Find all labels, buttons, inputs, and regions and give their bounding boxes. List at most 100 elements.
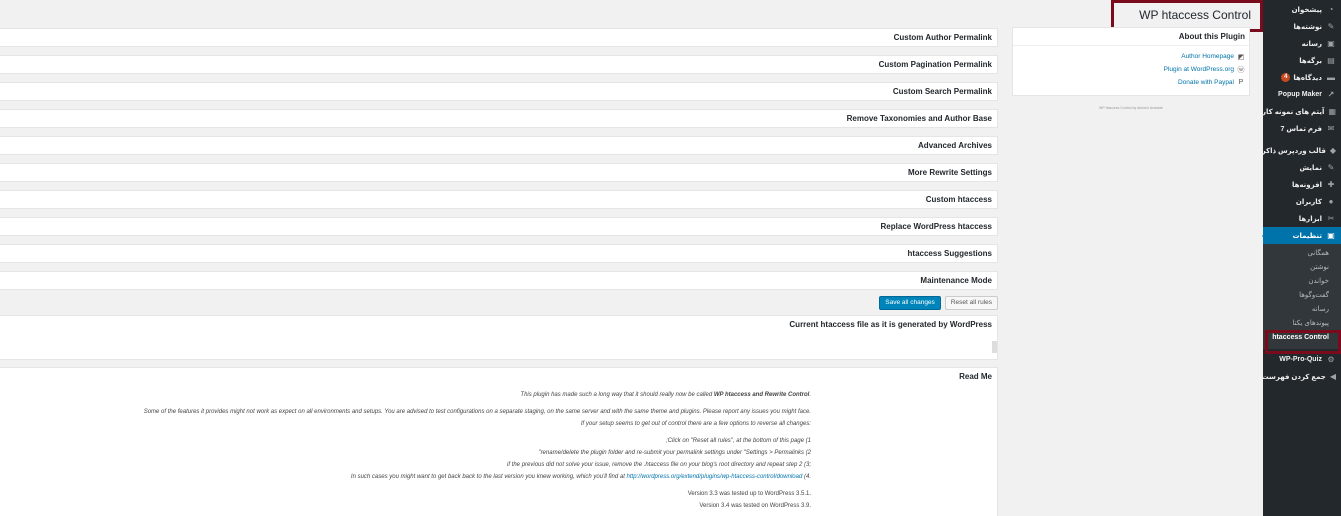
section-header[interactable]: Maintenance Mode xyxy=(0,272,997,289)
reset-all-button[interactable]: Reset all rules xyxy=(944,295,998,310)
media-icon: ▣ xyxy=(1327,39,1335,48)
sidebar-item-label: WP-Pro-Quiz xyxy=(1279,356,1322,363)
submenu-item[interactable]: نوشتن xyxy=(1263,261,1341,275)
readme-plugin-name: WP htaccess and Rewrite Control xyxy=(713,392,810,398)
sidebar-item[interactable]: ✚ افزونه‌ها xyxy=(1263,176,1341,193)
readme-step-3: ;if the previous did not solve your issu… xyxy=(507,462,811,468)
current-htaccess-content xyxy=(0,333,997,359)
highlight-box-submenu xyxy=(1265,330,1341,354)
comment-count-badge: 4 xyxy=(1281,73,1291,82)
plugin-icon: ✚ xyxy=(1327,180,1335,189)
sidebar-item-label: جمع کردن فهرست xyxy=(1261,373,1326,381)
wordpress-icon: ⓦ xyxy=(1237,66,1245,74)
about-links: ◩ Author Homepage ⓦ Plugin at WordPress.org… xyxy=(1013,46,1249,89)
sidebar-item-label: دیدگاه‌ها xyxy=(1293,74,1322,82)
section-header[interactable]: Custom Author Permalink xyxy=(0,29,997,46)
readme-body: .This plugin has made such a long way th… xyxy=(0,385,997,512)
settings-icon: ▣ xyxy=(1327,231,1335,240)
settings-section-panel: Maintenance Mode xyxy=(0,271,998,290)
author-icon: ◩ xyxy=(1237,53,1245,61)
sidebar-item-label: قالب وردپرس ذاکر xyxy=(1261,147,1326,155)
brush-icon: ✎ xyxy=(1327,163,1335,172)
sidebar-item[interactable]: ✉ فرم تماس 7 xyxy=(1263,120,1341,137)
actions-bar: Save all changes Reset all rules xyxy=(0,290,998,315)
sidebar-item-label: فرم تماس 7 xyxy=(1280,125,1322,133)
readme-panel: Read Me .This plugin has made such a lon… xyxy=(0,367,998,516)
readme-intro: .This plugin has made such a long way th… xyxy=(0,389,811,401)
sidebar-item-label: پیشخوان xyxy=(1291,6,1322,14)
section-header[interactable]: Advanced Archives xyxy=(0,137,997,154)
sidebar-item[interactable]: ✎ نوشته‌ها xyxy=(1263,18,1341,35)
dashboard-icon: ◔ xyxy=(1328,5,1334,14)
submenu-item[interactable]: خواندن xyxy=(1263,275,1341,289)
settings-section-panel: Custom Pagination Permalink xyxy=(0,55,998,74)
about-plugin-box: About this Plugin ◩ Author Homepage ⓦ Plugi… xyxy=(1012,27,1250,96)
about-link[interactable]: P Donate with Paypal xyxy=(1017,76,1245,89)
sidebar-item[interactable]: ◆ قالب وردپرس ذاکر xyxy=(1261,142,1341,159)
current-htaccess-title[interactable]: Current htaccess file as it is generated… xyxy=(0,316,997,333)
sidebar-item-label: برگه‌ها xyxy=(1299,57,1322,65)
admin-sidebar: ◔ پیشخوان ✎ نوشته‌ها ▣ رسانه ▤ برگه‌ها ▬ دیدگاه‌ه… xyxy=(1261,0,1341,516)
external-link-icon: ↗ xyxy=(1327,90,1335,99)
sidebar-item-label: نوشته‌ها xyxy=(1293,23,1323,31)
section-header[interactable]: Replace WordPress htaccess xyxy=(0,218,997,235)
settings-section-panel: More Rewrite Settings xyxy=(0,163,998,182)
sidebar-item[interactable]: ▬ دیدگاه‌ها 4 xyxy=(1263,69,1341,86)
settings-section-panel: Custom Author Permalink xyxy=(0,28,998,47)
page-icon: ▤ xyxy=(1327,56,1335,65)
readme-title[interactable]: Read Me xyxy=(0,368,997,385)
readme-version-1: .Version 3.3 was tested up to WordPress … xyxy=(687,491,811,497)
section-header[interactable]: Remove Taxonomies and Author Base xyxy=(0,110,997,127)
sidebar-item-label: نمایش xyxy=(1299,164,1322,172)
settings-section-panel: Advanced Archives xyxy=(0,136,998,155)
current-htaccess-panel: Current htaccess file as it is generated… xyxy=(0,315,998,360)
submenu-item[interactable]: پیوندهای یکتا xyxy=(1263,317,1341,331)
sidebar-item[interactable]: ✂ ابزارها xyxy=(1263,210,1341,227)
mail-icon: ✉ xyxy=(1327,124,1335,133)
sidebar-item-label: آیتم های نمونه کار xyxy=(1262,108,1325,116)
user-icon: ● xyxy=(1328,197,1334,206)
collapse-icon: ◀ xyxy=(1329,372,1336,381)
readme-step-1: Click on "Reset all rules", at the botto… xyxy=(665,438,811,444)
sidebar-item[interactable]: ▤ برگه‌ها xyxy=(1263,52,1341,69)
sidebar-item[interactable]: ▦ آیتم های نمونه کار xyxy=(1262,103,1341,120)
section-header[interactable]: More Rewrite Settings xyxy=(0,164,997,181)
section-header[interactable]: Custom Search Permalink xyxy=(0,83,997,100)
sidebar-item-label: افزونه‌ها xyxy=(1291,181,1322,189)
settings-section-panel: Custom Search Permalink xyxy=(0,82,998,101)
about-link[interactable]: ◩ Author Homepage xyxy=(1017,50,1245,63)
download-link[interactable]: http://wordpress.org/extend/plugins/wp-h… xyxy=(627,474,803,480)
readme-step-2: rename/delete the plugin folder and re-s… xyxy=(538,450,811,456)
comment-icon: ▬ xyxy=(1327,73,1335,82)
scrollbar[interactable] xyxy=(992,341,997,353)
section-header[interactable]: Custom Pagination Permalink xyxy=(0,56,997,73)
section-header[interactable]: Custom htaccess xyxy=(0,191,997,208)
sidebar-item[interactable]: ● کاربران xyxy=(1263,193,1341,210)
gear-icon: ⚙ xyxy=(1327,355,1335,364)
readme-warning: .Some of the features it provides might … xyxy=(143,409,811,415)
settings-section-panel: Remove Taxonomies and Author Base xyxy=(0,109,998,128)
settings-section-panel: htaccess Suggestions xyxy=(0,244,998,263)
readme-step-4: .In such cases you might want to get bac… xyxy=(0,471,811,483)
submenu-item[interactable]: همگانی xyxy=(1263,247,1341,261)
submenu-item[interactable]: گفت‌وگوها xyxy=(1263,289,1341,303)
readme-reverse-options: :If your setup seems to get out of contr… xyxy=(580,421,811,427)
sidebar-item-label: ابزارها xyxy=(1298,215,1322,223)
wrench-icon: ✂ xyxy=(1327,214,1335,223)
sidebar-item[interactable]: ◀ جمع کردن فهرست xyxy=(1261,368,1341,385)
paypal-icon: P xyxy=(1238,79,1244,86)
sidebar-item-label: تنظیمات xyxy=(1292,232,1322,240)
sidebar-item[interactable]: ▣ رسانه xyxy=(1263,35,1341,52)
sidebar-item[interactable]: ◔ پیشخوان xyxy=(1263,1,1341,18)
submenu-item[interactable]: رسانه xyxy=(1263,303,1341,317)
diamond-icon: ◆ xyxy=(1329,146,1336,155)
sidebar-item[interactable]: ✎ نمایش xyxy=(1263,159,1341,176)
about-link[interactable]: ⓦ Plugin at WordPress.org xyxy=(1017,63,1245,76)
sidebar-item[interactable]: ↗ Popup Maker xyxy=(1263,86,1341,103)
sidebar-item[interactable]: ▣ تنظیمات xyxy=(1262,227,1341,244)
save-all-button[interactable]: Save all changes xyxy=(879,295,941,310)
pin-icon: ✎ xyxy=(1327,22,1335,31)
section-header[interactable]: htaccess Suggestions xyxy=(0,245,997,262)
about-link-label: Author Homepage xyxy=(1181,53,1234,60)
sidebar-item-label: کاربران xyxy=(1295,198,1322,206)
